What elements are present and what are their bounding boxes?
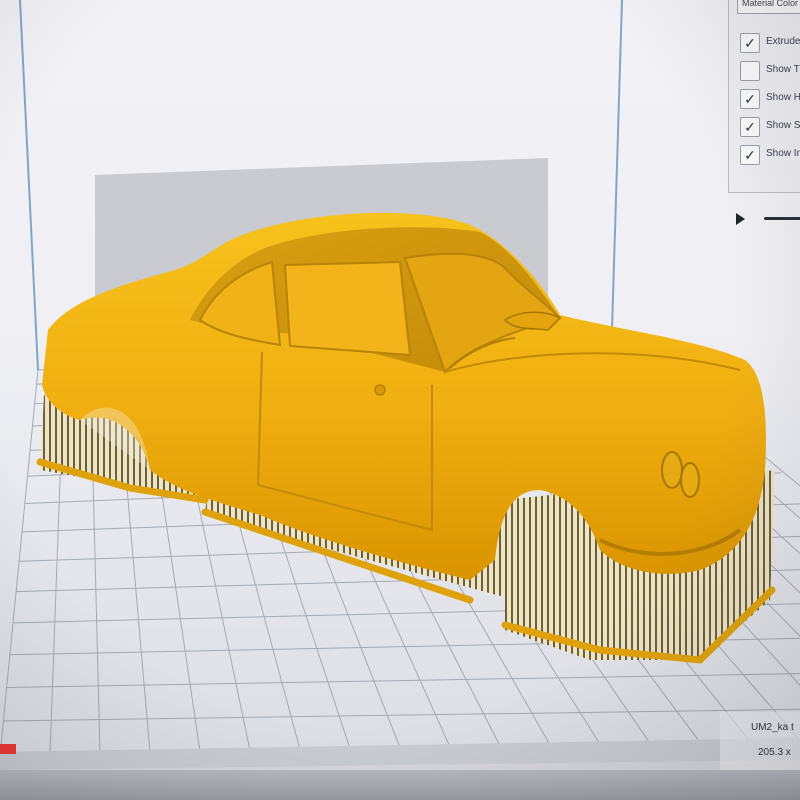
volume-edge-left bbox=[19, 0, 39, 371]
door-handle bbox=[374, 384, 386, 396]
option-show-travels[interactable]: Show Travels bbox=[740, 61, 800, 83]
build-volume-scene[interactable] bbox=[0, 0, 800, 800]
option-label: Show Infill bbox=[766, 148, 800, 159]
layer-slider[interactable] bbox=[764, 217, 800, 220]
axis-marker bbox=[0, 744, 16, 754]
checkbox-show-helpers[interactable]: ✓ bbox=[740, 89, 760, 109]
checkbox-extruder[interactable]: ✓ bbox=[740, 33, 760, 53]
monitor-bezel bbox=[0, 770, 800, 800]
checkbox-show-shell[interactable]: ✓ bbox=[740, 117, 760, 137]
option-label: Show Travels bbox=[766, 64, 800, 75]
model-file-name: UM2_ka t bbox=[751, 722, 794, 733]
car-side-window bbox=[283, 260, 412, 357]
option-extruder[interactable]: ✓ Extruder bbox=[740, 33, 800, 55]
option-show-helpers[interactable]: ✓ Show Helpers bbox=[740, 89, 800, 111]
headlight-left bbox=[661, 451, 683, 489]
headlight-right bbox=[680, 462, 700, 498]
checkbox-show-travels[interactable] bbox=[740, 61, 760, 81]
volume-edge-right bbox=[611, 0, 623, 331]
material-color-dropdown[interactable]: Material Color bbox=[737, 0, 800, 14]
option-label: Show Shell bbox=[766, 120, 800, 131]
checkbox-show-infill[interactable]: ✓ bbox=[740, 145, 760, 165]
option-label: Show Helpers bbox=[766, 92, 800, 103]
model-dimensions: 205.3 x bbox=[758, 747, 791, 758]
option-label: Extruder bbox=[766, 36, 800, 47]
3d-viewport[interactable]: Material Color ✓ Extruder Show Travels ✓… bbox=[0, 0, 800, 800]
play-icon[interactable] bbox=[736, 213, 745, 225]
option-show-shell[interactable]: ✓ Show Shell bbox=[740, 117, 800, 139]
option-show-infill[interactable]: ✓ Show Infill bbox=[740, 145, 800, 167]
